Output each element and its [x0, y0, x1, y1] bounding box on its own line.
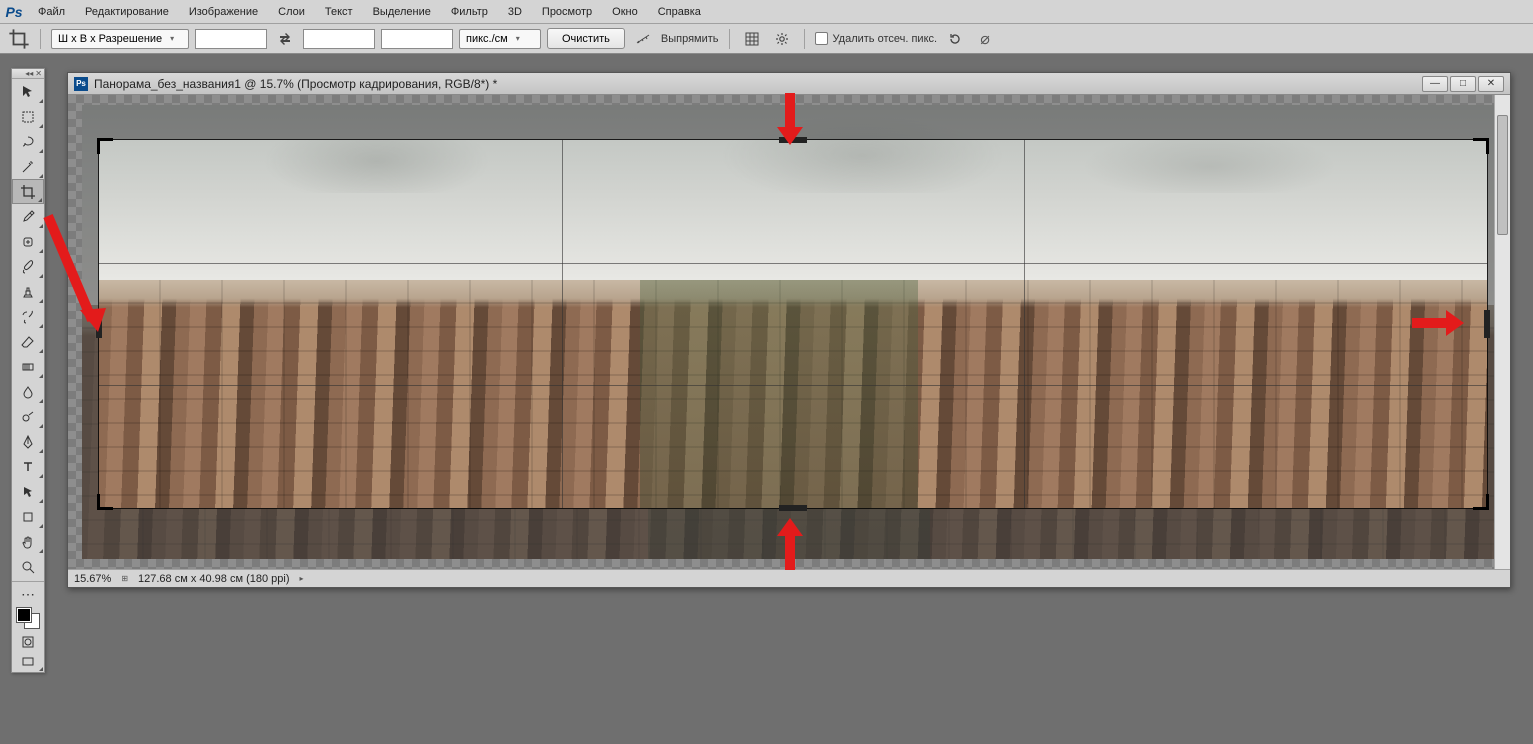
- cancel-crop-icon[interactable]: ⌀: [973, 27, 997, 51]
- marquee-tool[interactable]: [12, 104, 44, 129]
- document-canvas[interactable]: [68, 95, 1510, 569]
- crop-handle-top[interactable]: [779, 137, 807, 143]
- reset-crop-icon[interactable]: [943, 27, 967, 51]
- menu-image[interactable]: Изображение: [179, 2, 268, 22]
- path-select-tool[interactable]: [12, 479, 44, 504]
- crop-resolution-input[interactable]: [381, 29, 453, 49]
- caret-icon: ▾: [170, 34, 174, 43]
- delete-cropped-checkbox-wrap[interactable]: Удалить отсеч. пикс.: [815, 32, 938, 45]
- toolbox-header[interactable]: ◂◂✕: [12, 69, 44, 79]
- edit-toolbar-icon[interactable]: ⋯: [12, 584, 44, 604]
- crop-width-input[interactable]: [195, 29, 267, 49]
- menu-filter[interactable]: Фильтр: [441, 2, 498, 22]
- crop-grid-line: [99, 385, 1487, 386]
- delete-cropped-checkbox[interactable]: [815, 32, 828, 45]
- crop-tool[interactable]: [12, 179, 44, 204]
- swap-dimensions-icon[interactable]: [273, 27, 297, 51]
- magic-wand-tool[interactable]: [12, 154, 44, 179]
- scrollbar-thumb[interactable]: [1497, 115, 1508, 235]
- caret-icon: ▾: [516, 34, 520, 43]
- menu-help[interactable]: Справка: [648, 2, 711, 22]
- screenmode-icon[interactable]: [12, 652, 44, 672]
- document-window: Ps Панорама_без_названия1 @ 15.7% (Просм…: [67, 72, 1511, 588]
- menu-file[interactable]: Файл: [28, 2, 75, 22]
- hand-tool[interactable]: [12, 529, 44, 554]
- ps-file-icon: Ps: [74, 77, 88, 91]
- straighten-label: Выпрямить: [661, 33, 719, 45]
- crop-handle-corner[interactable]: [97, 494, 113, 510]
- zoom-level[interactable]: 15.67%: [74, 573, 111, 585]
- document-title: Панорама_без_названия1 @ 15.7% (Просмотр…: [94, 77, 1422, 91]
- crop-height-input[interactable]: [303, 29, 375, 49]
- menu-window[interactable]: Окно: [602, 2, 648, 22]
- clear-button[interactable]: Очистить: [547, 28, 625, 49]
- app-logo: Ps: [0, 0, 28, 24]
- crop-tool-icon: [8, 28, 30, 50]
- quickmask-icon[interactable]: [12, 632, 44, 652]
- menu-3d[interactable]: 3D: [498, 2, 532, 22]
- toolbox: ◂◂✕ ⋯: [11, 68, 45, 673]
- lasso-tool[interactable]: [12, 129, 44, 154]
- healing-brush-tool[interactable]: [12, 229, 44, 254]
- crop-handle-right[interactable]: [1484, 310, 1490, 338]
- brush-tool[interactable]: [12, 254, 44, 279]
- shape-tool[interactable]: [12, 504, 44, 529]
- blur-tool[interactable]: [12, 379, 44, 404]
- menu-select[interactable]: Выделение: [363, 2, 441, 22]
- window-close-button[interactable]: ✕: [1478, 76, 1504, 92]
- menu-bar: Ps Файл Редактирование Изображение Слои …: [0, 0, 1533, 24]
- crop-ratio-preset-dropdown[interactable]: Ш x В x Разрешение ▾: [51, 29, 189, 49]
- crop-grid-line: [562, 140, 563, 508]
- crop-handle-corner[interactable]: [1473, 138, 1489, 154]
- crop-handle-bottom[interactable]: [779, 505, 807, 511]
- straighten-icon[interactable]: [631, 27, 655, 51]
- resolution-unit-label: пикс./см: [466, 33, 508, 45]
- color-swatch[interactable]: [15, 608, 41, 628]
- vertical-scrollbar[interactable]: [1494, 95, 1510, 569]
- window-minimize-button[interactable]: —: [1422, 76, 1448, 92]
- crop-handle-corner[interactable]: [97, 138, 113, 154]
- crop-handle-corner[interactable]: [1473, 494, 1489, 510]
- crop-ratio-preset-label: Ш x В x Разрешение: [58, 33, 162, 45]
- crop-grid-line: [99, 263, 1487, 264]
- clone-stamp-tool[interactable]: [12, 279, 44, 304]
- zoom-tool[interactable]: [12, 554, 44, 579]
- crop-preview: [99, 140, 1487, 508]
- menu-view[interactable]: Просмотр: [532, 2, 602, 22]
- window-maximize-button[interactable]: □: [1450, 76, 1476, 92]
- resolution-unit-dropdown[interactable]: пикс./см ▾: [459, 29, 541, 49]
- eyedropper-tool[interactable]: [12, 204, 44, 229]
- dodge-tool[interactable]: [12, 404, 44, 429]
- document-titlebar[interactable]: Ps Панорама_без_названия1 @ 15.7% (Просм…: [68, 73, 1510, 95]
- caret-icon[interactable]: ▸: [300, 574, 304, 583]
- menu-text[interactable]: Текст: [315, 2, 363, 22]
- move-tool[interactable]: [12, 79, 44, 104]
- crop-overlay-icon[interactable]: [740, 27, 764, 51]
- type-tool[interactable]: [12, 454, 44, 479]
- options-bar: Ш x В x Разрешение ▾ пикс./см ▾ Очистить…: [0, 24, 1533, 54]
- menu-edit[interactable]: Редактирование: [75, 2, 179, 22]
- gradient-tool[interactable]: [12, 354, 44, 379]
- crop-options-gear-icon[interactable]: [770, 27, 794, 51]
- pen-tool[interactable]: [12, 429, 44, 454]
- crop-grid-line: [1024, 140, 1025, 508]
- menu-layers[interactable]: Слои: [268, 2, 315, 22]
- crop-selection[interactable]: [98, 139, 1488, 509]
- caret-icon: ⊞: [121, 574, 128, 583]
- crop-handle-left[interactable]: [96, 310, 102, 338]
- eraser-tool[interactable]: [12, 329, 44, 354]
- document-statusbar: 15.67% ⊞ 127.68 см x 40.98 см (180 ppi) …: [68, 569, 1510, 587]
- history-brush-tool[interactable]: [12, 304, 44, 329]
- document-dimensions: 127.68 см x 40.98 см (180 ppi): [138, 573, 290, 585]
- delete-cropped-label: Удалить отсеч. пикс.: [833, 33, 938, 45]
